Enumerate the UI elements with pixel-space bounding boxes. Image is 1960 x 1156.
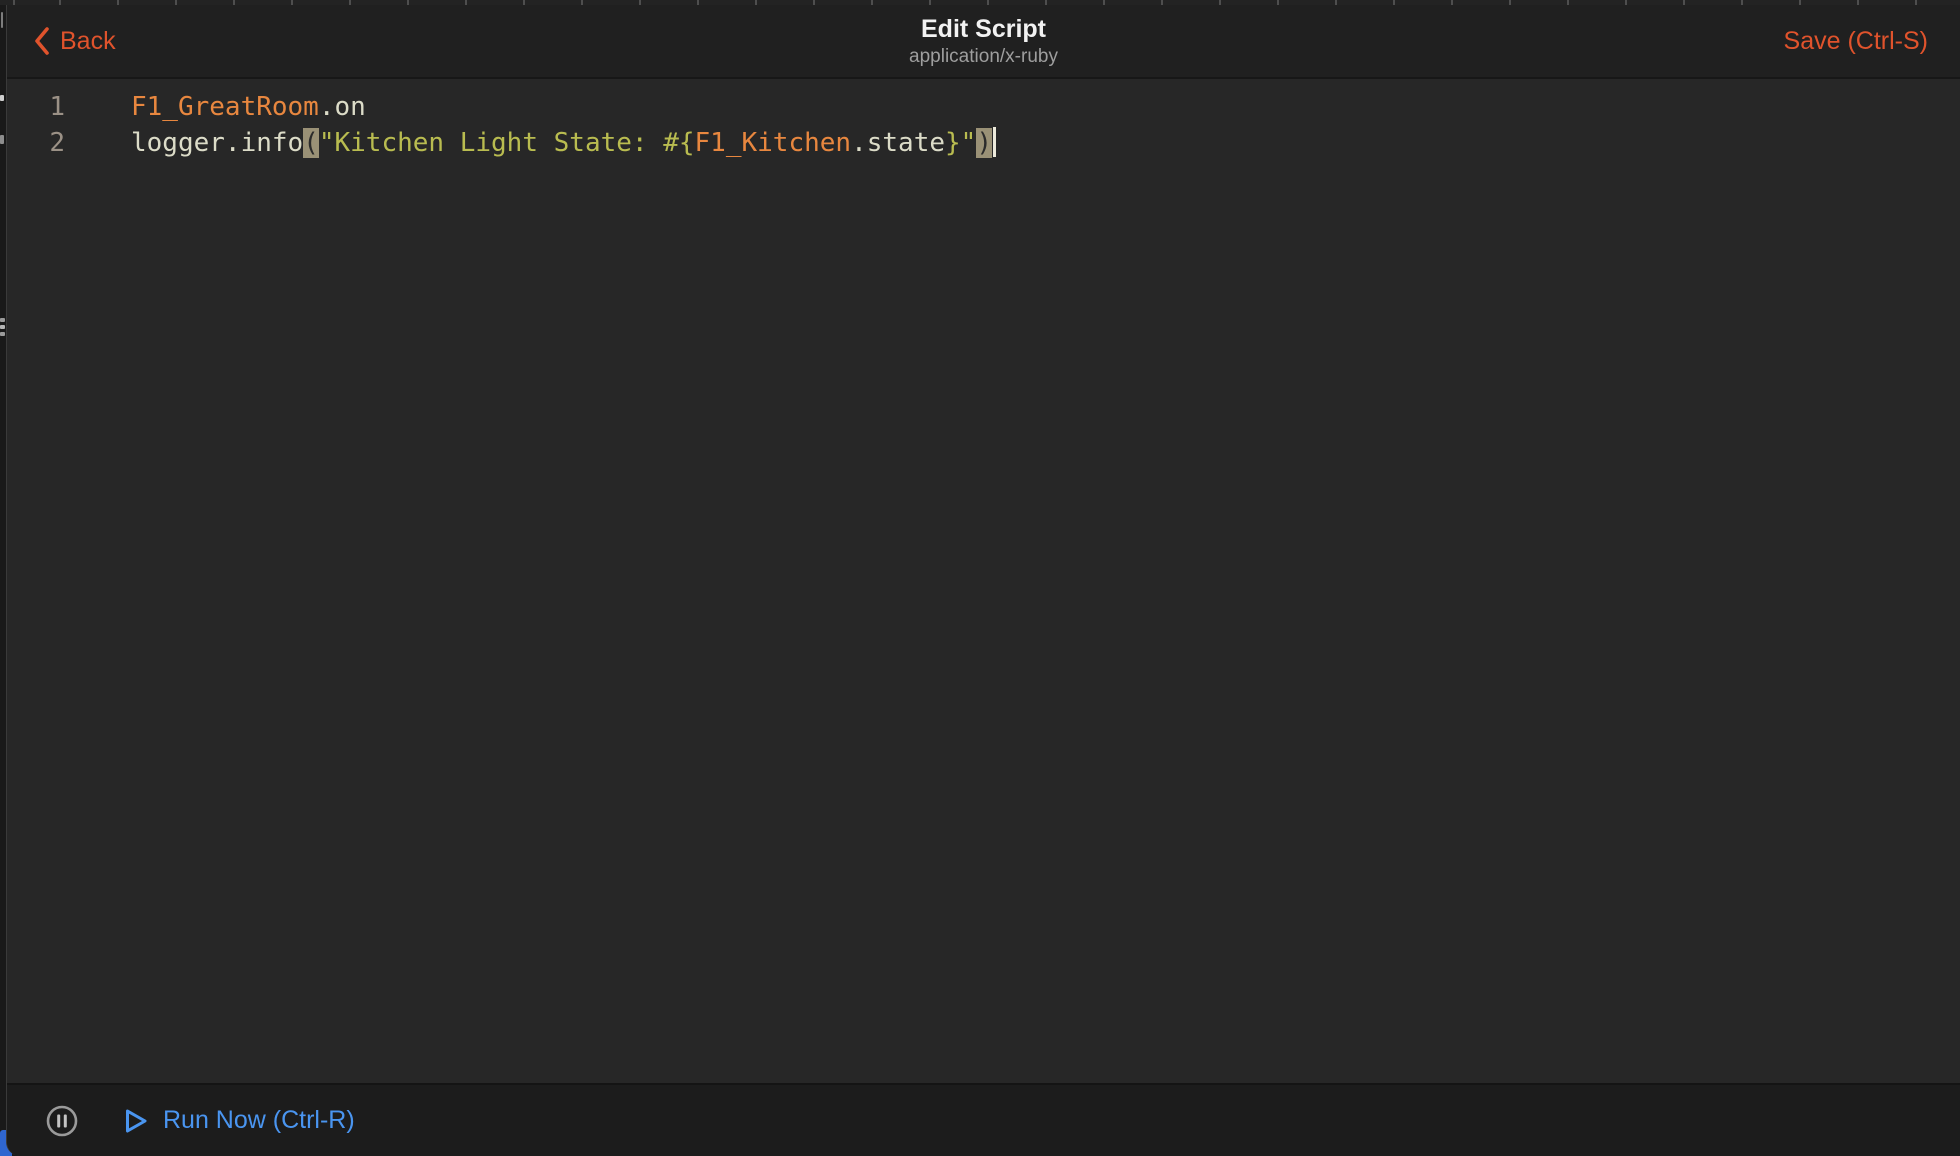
line-number: 2 (7, 125, 65, 161)
code-token: logger.info (131, 128, 303, 158)
code-token: .on (319, 92, 366, 122)
pause-button[interactable] (44, 1103, 80, 1139)
back-button[interactable]: Back (33, 5, 116, 77)
page-subtitle: application/x-ruby (909, 45, 1058, 69)
run-now-button[interactable]: Run Now (Ctrl-R) (120, 1106, 355, 1136)
run-bar: Run Now (Ctrl-R) (7, 1083, 1960, 1156)
code-token: }" (945, 128, 976, 158)
save-button-label: Save (Ctrl-S) (1784, 27, 1928, 56)
background-left-edge-mark (0, 95, 4, 101)
text-cursor (993, 127, 996, 157)
code-editor[interactable]: 12 F1_GreatRoom.onlogger.info("Kitchen L… (7, 79, 1960, 1083)
code-line: logger.info("Kitchen Light State: #{F1_K… (131, 125, 1960, 161)
save-button[interactable]: Save (Ctrl-S) (1784, 5, 1928, 77)
code-token: .state (851, 128, 945, 158)
chevron-left-icon (33, 26, 51, 56)
code-content: F1_GreatRoom.onlogger.info("Kitchen Ligh… (73, 89, 1960, 1083)
background-left-edge-mark (0, 135, 4, 144)
pause-circle-icon (44, 1103, 80, 1139)
code-line: F1_GreatRoom.on (131, 89, 1960, 125)
code-token: #{ (663, 128, 694, 158)
header: Back Edit Script application/x-ruby Save… (7, 5, 1960, 79)
page-title: Edit Script (921, 14, 1046, 44)
code-token: "Kitchen Light State: (319, 128, 663, 158)
line-number-gutter: 12 (7, 89, 73, 1083)
back-button-label: Back (60, 27, 116, 56)
code-token: ) (976, 128, 992, 158)
play-outline-icon (120, 1106, 150, 1136)
line-number: 1 (7, 89, 65, 125)
background-left-edge-mark (0, 318, 5, 322)
background-left-edge-mark (0, 332, 5, 336)
background-left-edge-mark (1, 12, 3, 28)
run-now-label: Run Now (Ctrl-R) (163, 1106, 355, 1135)
code-token: F1_GreatRoom (131, 92, 319, 122)
background-left-edge-mark (0, 325, 5, 329)
header-titles: Edit Script application/x-ruby (909, 5, 1058, 77)
code-token: F1_Kitchen (695, 128, 852, 158)
edit-script-panel: Back Edit Script application/x-ruby Save… (6, 5, 1960, 1156)
code-token: ( (303, 128, 319, 158)
